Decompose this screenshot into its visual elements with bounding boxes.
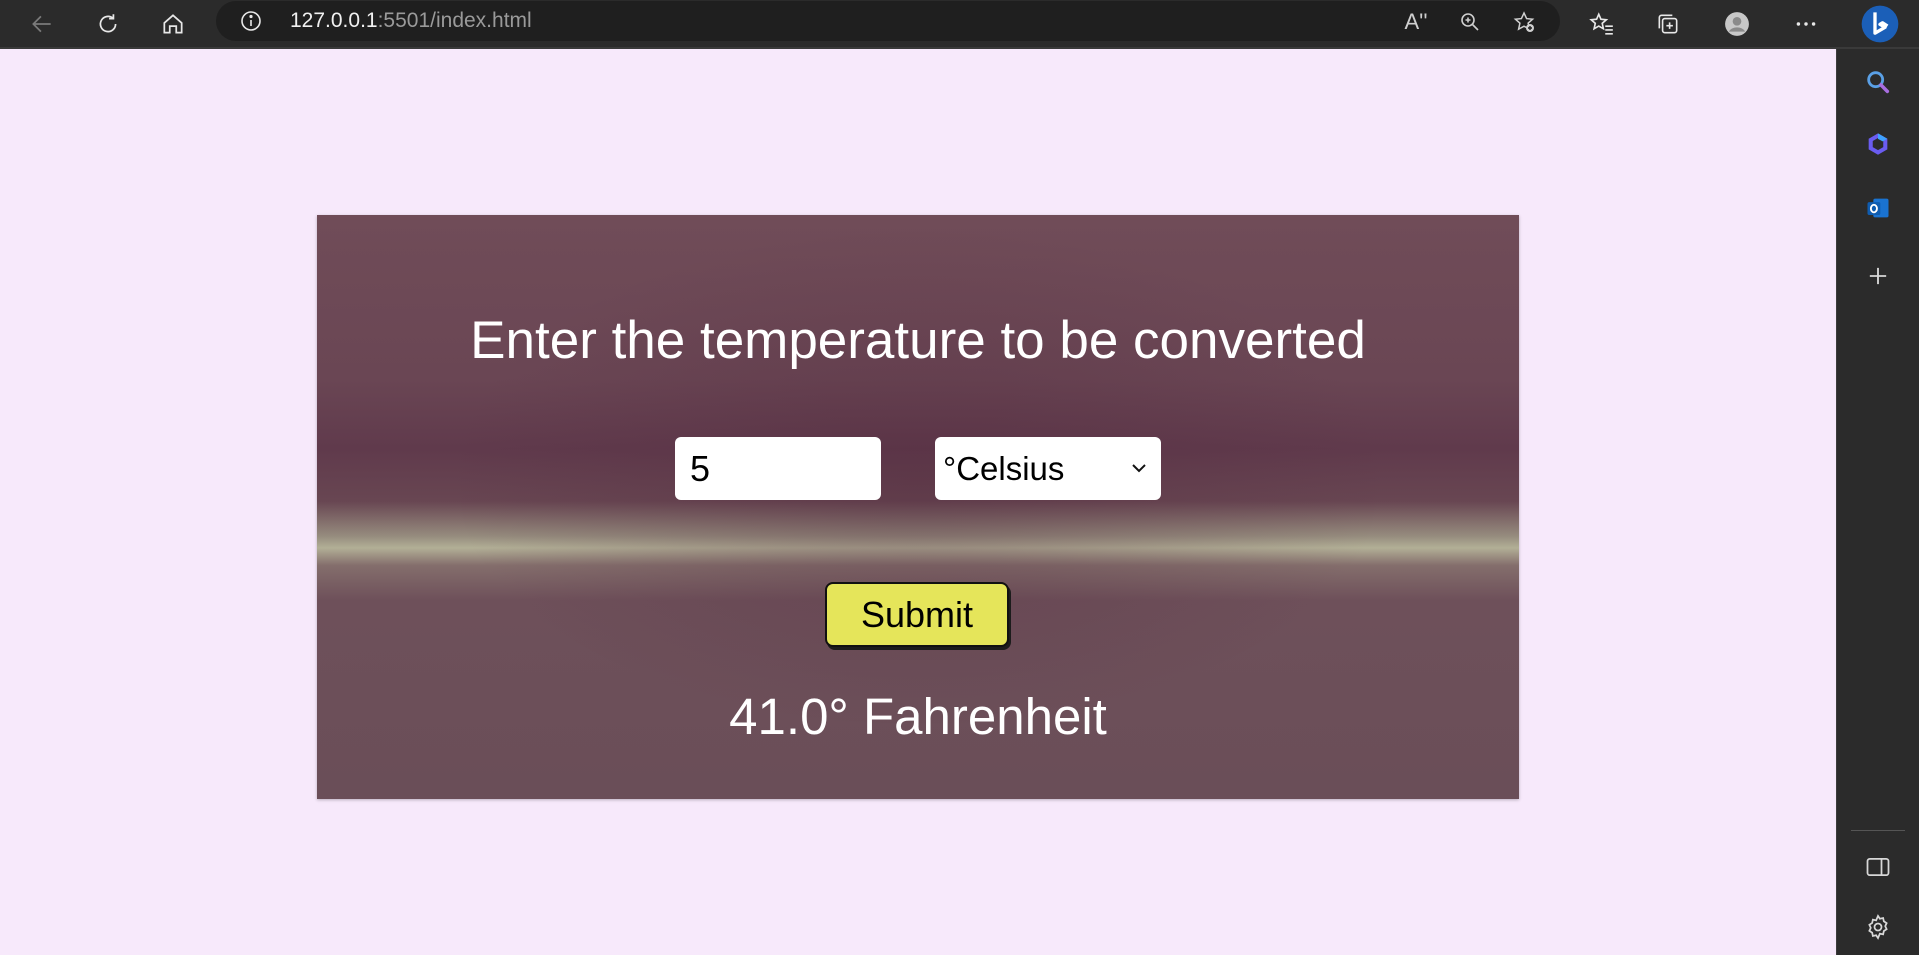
temperature-input[interactable]: 5 xyxy=(675,437,881,500)
home-button[interactable] xyxy=(153,4,193,44)
more-options-button[interactable] xyxy=(1786,4,1826,44)
copilot-icon xyxy=(1861,5,1899,43)
converter-title: Enter the temperature to be converted xyxy=(470,311,1366,370)
sidebar-divider xyxy=(1851,830,1905,831)
read-aloud-button[interactable]: A'' xyxy=(1399,5,1433,39)
copilot-button[interactable] xyxy=(1856,0,1904,48)
zoom-icon xyxy=(1461,13,1479,31)
converter-card: Enter the temperature to be converted 5 … xyxy=(317,215,1519,799)
more-options-icon xyxy=(1796,22,1816,26)
favorites-button[interactable] xyxy=(1582,4,1622,44)
unit-selected-value: °Celsius xyxy=(943,450,1065,487)
submit-button[interactable]: Submit xyxy=(825,582,1009,647)
sidebar-search-button[interactable] xyxy=(1857,61,1899,103)
back-button[interactable] xyxy=(22,4,62,44)
sidebar-copilot-button[interactable] xyxy=(1857,124,1899,166)
favorites-icon xyxy=(1589,12,1613,35)
profile-avatar-icon xyxy=(1725,12,1749,36)
page-viewport: Enter the temperature to be converted 5 … xyxy=(0,49,1836,955)
read-aloud-icon: A'' xyxy=(1404,9,1428,34)
chevron-down-icon xyxy=(1132,464,1146,473)
browser-sidebar xyxy=(1836,49,1919,955)
home-icon xyxy=(163,14,183,34)
browser-toolbar: 127.0.0.1:5501/index.html A'' xyxy=(0,0,1919,49)
conversion-result: 41.0° Fahrenheit xyxy=(729,688,1107,745)
sidebar-outlook-button[interactable] xyxy=(1857,187,1899,229)
add-favorite-button[interactable] xyxy=(1507,5,1541,39)
outlook-icon xyxy=(1867,198,1889,218)
address-bar[interactable]: 127.0.0.1:5501/index.html A'' xyxy=(216,1,1560,41)
sidebar-toggle-button[interactable] xyxy=(1857,846,1899,888)
refresh-button[interactable] xyxy=(88,4,128,44)
sidebar-add-button[interactable] xyxy=(1857,255,1899,297)
url-path: :5501/index.html xyxy=(377,9,532,32)
sidebar-settings-button[interactable] xyxy=(1857,906,1899,948)
url-text[interactable]: 127.0.0.1:5501/index.html xyxy=(290,9,532,33)
collections-button[interactable] xyxy=(1648,4,1688,44)
add-icon xyxy=(1869,267,1887,285)
settings-icon xyxy=(1868,914,1888,940)
search-icon xyxy=(1867,71,1890,94)
site-info-button[interactable] xyxy=(238,8,264,34)
unit-select[interactable]: °Celsius xyxy=(935,437,1161,500)
profile-button[interactable] xyxy=(1717,4,1757,44)
url-host: 127.0.0.1 xyxy=(290,9,378,32)
zoom-button[interactable] xyxy=(1453,5,1487,39)
site-info-icon xyxy=(241,11,261,31)
back-arrow-icon xyxy=(32,15,51,33)
refresh-icon xyxy=(99,14,117,33)
add-favorite-icon xyxy=(1513,11,1535,32)
sidebar-toggle-icon xyxy=(1866,857,1890,877)
copilot-sidebar-icon xyxy=(1868,133,1888,155)
collections-icon xyxy=(1658,14,1678,34)
